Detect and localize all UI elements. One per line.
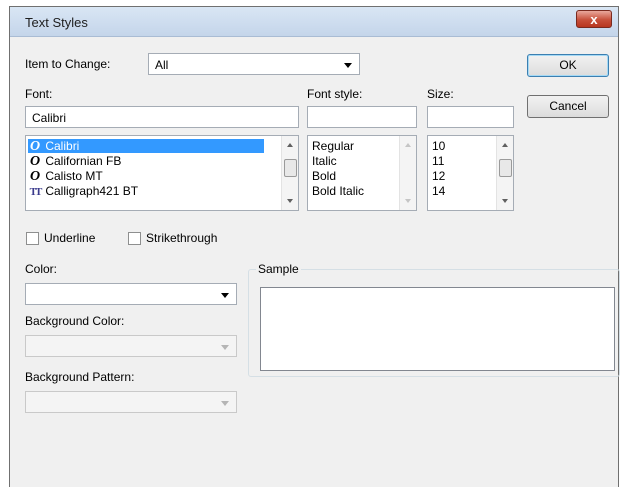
font-list-scrollbar[interactable]	[281, 136, 298, 210]
chevron-down-icon	[221, 401, 229, 406]
title-bar[interactable]: Text Styles x	[10, 7, 618, 37]
item-to-change-label: Item to Change:	[25, 57, 111, 71]
font-label: Font:	[25, 87, 53, 101]
font-style-item-bold[interactable]: Bold	[312, 169, 336, 183]
background-pattern-label: Background Pattern:	[25, 370, 135, 384]
scroll-up-icon[interactable]	[502, 143, 508, 147]
item-to-change-dropdown[interactable]: All	[148, 53, 360, 75]
background-pattern-dropdown	[25, 391, 237, 413]
sample-label: Sample	[256, 262, 301, 276]
underline-checkbox[interactable]	[26, 232, 39, 245]
text-styles-dialog: Text Styles x Item to Change: All OK Can…	[9, 6, 620, 487]
truetype-font-icon: TT	[29, 186, 43, 198]
ok-button[interactable]: OK	[527, 54, 609, 77]
font-style-item-italic[interactable]: Italic	[312, 154, 337, 168]
scroll-thumb[interactable]	[499, 159, 512, 177]
font-list-item-calibri[interactable]: O Calibri	[28, 139, 264, 154]
size-input[interactable]	[427, 106, 514, 128]
font-style-item-regular[interactable]: Regular	[312, 139, 354, 153]
underline-label[interactable]: Underline	[44, 231, 95, 245]
font-style-item-bold-italic[interactable]: Bold Italic	[312, 184, 364, 198]
size-item-12[interactable]: 12	[432, 169, 445, 183]
cancel-button[interactable]: Cancel	[527, 95, 609, 118]
size-item-10[interactable]: 10	[432, 139, 445, 153]
font-list-item-californian-fb[interactable]: O Californian FB	[28, 154, 122, 169]
opentype-font-icon: O	[29, 139, 41, 154]
size-item-11[interactable]: 11	[432, 154, 444, 168]
close-button[interactable]: x	[576, 10, 612, 28]
opentype-font-icon: O	[29, 154, 41, 169]
font-input[interactable]: Calibri	[25, 106, 299, 128]
chevron-down-icon	[221, 293, 229, 298]
opentype-font-icon: O	[29, 169, 41, 184]
scroll-down-icon	[405, 199, 411, 203]
size-list[interactable]: 10 11 12 14	[427, 135, 514, 211]
scroll-thumb[interactable]	[284, 159, 297, 177]
size-item-14[interactable]: 14	[432, 184, 445, 198]
font-list-item-calisto-mt[interactable]: O Calisto MT	[28, 169, 103, 184]
strikethrough-checkbox[interactable]	[128, 232, 141, 245]
close-icon: x	[590, 12, 598, 27]
scroll-up-icon[interactable]	[287, 143, 293, 147]
background-color-label: Background Color:	[25, 314, 125, 328]
scroll-down-icon[interactable]	[287, 199, 293, 203]
scroll-up-icon	[405, 143, 411, 147]
dialog-title: Text Styles	[25, 15, 88, 30]
background-color-dropdown	[25, 335, 237, 357]
size-label: Size:	[427, 87, 454, 101]
font-style-list[interactable]: Regular Italic Bold Bold Italic	[307, 135, 417, 211]
font-list[interactable]: O Calibri O Californian FB O Calisto MT …	[25, 135, 299, 211]
strikethrough-label[interactable]: Strikethrough	[146, 231, 217, 245]
font-style-input[interactable]	[307, 106, 417, 128]
color-label: Color:	[25, 262, 58, 276]
chevron-down-icon	[221, 345, 229, 350]
item-to-change-value: All	[155, 58, 169, 72]
font-style-scrollbar[interactable]	[399, 136, 416, 210]
scroll-down-icon[interactable]	[502, 199, 508, 203]
font-list-item-label: Calligraph421 BT	[45, 184, 139, 198]
color-dropdown[interactable]	[25, 283, 237, 305]
font-input-value: Calibri	[32, 111, 67, 125]
chevron-down-icon	[344, 63, 352, 68]
font-list-item-label: Californian FB	[45, 154, 122, 168]
font-style-label: Font style:	[307, 87, 363, 101]
sample-preview	[260, 287, 615, 371]
size-scrollbar[interactable]	[496, 136, 513, 210]
font-list-item-label: Calibri	[45, 139, 80, 153]
font-list-item-label: Calisto MT	[45, 169, 103, 183]
font-list-item-calligraph421-bt[interactable]: TT Calligraph421 BT	[28, 184, 138, 198]
